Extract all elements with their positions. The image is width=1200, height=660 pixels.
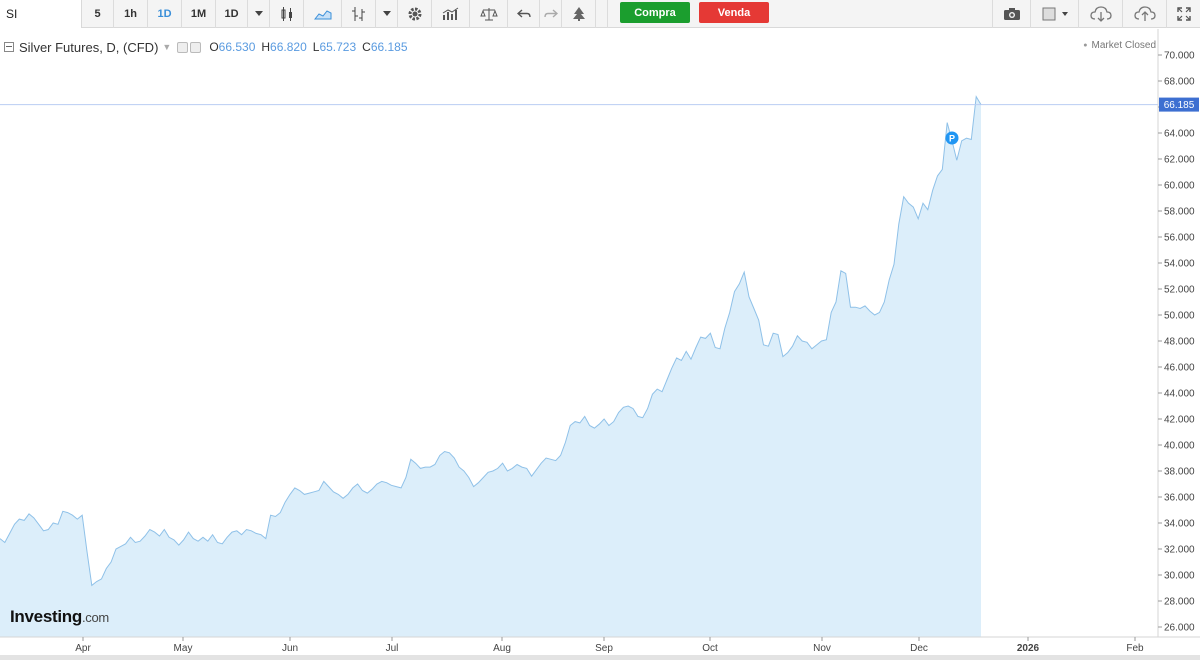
close-value: 66.185 (370, 40, 408, 54)
y-tick-label: 70.000 (1164, 51, 1195, 62)
y-tick-label: 60.000 (1164, 181, 1195, 192)
y-tick-label: 56.000 (1164, 233, 1195, 244)
low-label: L (312, 40, 320, 54)
scrollbar-strip[interactable] (0, 655, 1200, 660)
y-tick-label: 30.000 (1164, 571, 1195, 582)
last-price-value: 66.185 (1164, 100, 1195, 111)
y-tick-label: 58.000 (1164, 207, 1195, 218)
x-tick-label: Apr (75, 643, 91, 654)
y-tick-label: 50.000 (1164, 311, 1195, 322)
y-tick-label: 38.000 (1164, 467, 1195, 478)
x-tick-label: Sep (595, 643, 613, 654)
market-status: Market Closed (1083, 40, 1156, 51)
time-axis[interactable]: Apr May Jun Jul Aug Sep Oct Nov Dec 2026 Feb (75, 637, 1144, 654)
y-tick-label: 26.000 (1164, 623, 1195, 634)
price-chart[interactable]: 26.000 28.000 30.000 32.000 34.000 36.000 38.0… (0, 0, 1200, 660)
x-tick-label: Jul (386, 643, 399, 654)
y-tick-label: 28.000 (1164, 597, 1195, 608)
x-tick-label: Jun (282, 643, 298, 654)
open-value: 66.530 (218, 40, 256, 54)
x-tick-label: Feb (1126, 643, 1144, 654)
high-value: 66.820 (270, 40, 307, 54)
y-tick-label: 62.000 (1164, 155, 1195, 166)
chevron-down-icon[interactable]: ▼ (162, 42, 171, 52)
chart-legend: Silver Futures, D, (CFD) ▼ O 66.530 H 66.8… (4, 38, 408, 56)
x-tick-label: Aug (493, 643, 511, 654)
investing-logo: Investing.com (10, 607, 109, 626)
low-value: 65.723 (319, 40, 357, 54)
y-tick-label: 44.000 (1164, 389, 1195, 400)
y-tick-label: 42.000 (1164, 415, 1195, 426)
x-tick-label: Oct (702, 643, 718, 654)
price-axis[interactable]: 26.000 28.000 30.000 32.000 34.000 36.000 38.0… (1158, 51, 1195, 634)
x-tick-label: May (174, 643, 193, 654)
instrument-title: Silver Futures, D, (CFD) (19, 39, 159, 55)
price-area-fill (0, 96, 981, 638)
x-tick-label: Dec (910, 643, 928, 654)
x-tick-label: Nov (813, 643, 831, 654)
open-label: O (209, 40, 219, 54)
x-tick-label: 2026 (1017, 643, 1040, 654)
collapse-icon[interactable] (4, 42, 14, 52)
y-tick-label: 40.000 (1164, 441, 1195, 452)
y-tick-label: 48.000 (1164, 337, 1195, 348)
y-tick-label: 52.000 (1164, 285, 1195, 296)
y-tick-label: 54.000 (1164, 259, 1195, 270)
y-tick-label: 36.000 (1164, 493, 1195, 504)
last-price-badge: 66.185 (1159, 97, 1199, 112)
y-tick-label: 64.000 (1164, 129, 1195, 140)
price-marker-label: P (949, 134, 955, 144)
y-tick-label: 46.000 (1164, 363, 1195, 374)
y-tick-label: 32.000 (1164, 545, 1195, 556)
close-label: C (362, 40, 371, 54)
close-small-icon[interactable] (190, 41, 202, 53)
high-label: H (261, 40, 271, 54)
y-tick-label: 34.000 (1164, 519, 1195, 530)
settings-small-icon[interactable] (177, 41, 189, 53)
price-marker-icon[interactable]: P (945, 131, 959, 145)
y-tick-label: 68.000 (1164, 77, 1195, 88)
